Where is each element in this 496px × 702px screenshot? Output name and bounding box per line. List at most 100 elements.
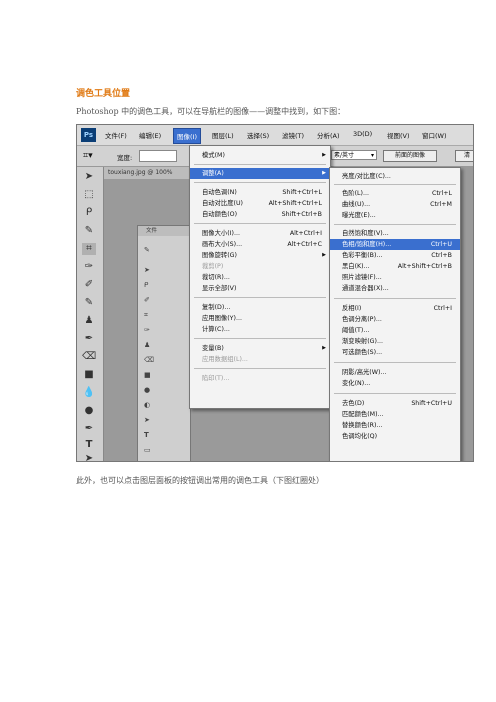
- menu-item-equalize[interactable]: 色调均化(Q): [330, 431, 460, 442]
- menu-view[interactable]: 视图(V): [387, 130, 410, 140]
- menu-item-vibrance[interactable]: 自然饱和度(V)...: [330, 228, 460, 239]
- width-input[interactable]: [139, 150, 177, 162]
- menu-item-exposure[interactable]: 曝光度(E)...: [330, 210, 460, 221]
- dodge-tool-icon[interactable]: ●: [82, 405, 96, 417]
- pen-tool-icon[interactable]: ✐: [144, 296, 154, 305]
- menu-item-shortcut: Shift+Ctrl+B: [281, 211, 322, 218]
- menu-item-label: 去色(D): [342, 400, 365, 407]
- menu-item-brightness-contrast[interactable]: 亮度/对比度(C)...: [330, 171, 460, 182]
- menu-item-black-white[interactable]: 黑白(K)... Alt+Shift+Ctrl+B: [330, 261, 460, 272]
- gradient-tool-icon[interactable]: ■: [144, 371, 154, 380]
- menu-select[interactable]: 选择(S): [247, 130, 269, 140]
- menu-item-posterize[interactable]: 色调分离(P)...: [330, 314, 460, 325]
- gradient-tool-icon[interactable]: ■: [82, 369, 96, 381]
- menu-image[interactable]: 图像(I): [173, 128, 201, 144]
- menu-item-label: 模式(M): [202, 152, 225, 159]
- menu-item-replace-color[interactable]: 替换颜色(R)...: [330, 420, 460, 431]
- crop-tool-icon[interactable]: ⌗: [82, 243, 96, 255]
- menu-3d[interactable]: 3D(D): [353, 130, 372, 138]
- eraser-icon[interactable]: ⌫: [82, 351, 96, 363]
- menu-item-color-balance[interactable]: 色彩平衡(B)... Ctrl+B: [330, 250, 460, 261]
- menu-item-channel-mixer[interactable]: 通道混合器(X)...: [330, 283, 460, 294]
- move-tool-icon[interactable]: ➤: [144, 266, 154, 275]
- pen-tool-icon[interactable]: ✒: [82, 423, 96, 435]
- blur-tool-icon[interactable]: 💧: [82, 387, 96, 399]
- menu-file[interactable]: 文件(F): [105, 130, 127, 140]
- unit-select-value: 素/英寸: [334, 152, 355, 159]
- menu-window[interactable]: 窗口(W): [422, 130, 447, 140]
- menu-item-gradient-map[interactable]: 渐变映射(G)...: [330, 336, 460, 347]
- brush-tool-icon[interactable]: ✎: [144, 246, 154, 255]
- crop-tool-icon[interactable]: ⌗▾: [83, 151, 93, 161]
- menu-item-levels[interactable]: 色阶(L)... Ctrl+L: [330, 188, 460, 199]
- eyedropper-icon[interactable]: ✑: [144, 326, 154, 335]
- menu-item-adjustments[interactable]: 调整(A) ▶: [190, 168, 330, 179]
- menu-item-shortcut: Alt+Shift+Ctrl+B: [397, 263, 452, 270]
- menu-filter[interactable]: 滤镜(T): [282, 130, 304, 140]
- menu-item-crop[interactable]: 裁剪(P): [190, 261, 330, 272]
- menu-item-image-size[interactable]: 图像大小(I)... Alt+Ctrl+I: [190, 228, 330, 239]
- menu-item-mode[interactable]: 模式(M) ▶: [190, 150, 330, 161]
- menu-item-variables[interactable]: 变量(B) ▶: [190, 343, 330, 354]
- menu-item-shadows-highlights[interactable]: 阴影/高光(W)...: [330, 367, 460, 378]
- stamp-tool-icon[interactable]: ♟: [144, 341, 154, 350]
- width-label: 宽度:: [117, 154, 133, 162]
- menu-item-apply-image[interactable]: 应用图像(Y)...: [190, 313, 330, 324]
- path-select-icon[interactable]: ➤: [144, 416, 154, 425]
- menu-item-image-rotation[interactable]: 图像旋转(G) ▶: [190, 250, 330, 261]
- lasso-tool-icon[interactable]: ᑭ: [82, 207, 96, 219]
- healing-brush-icon[interactable]: ✐: [82, 279, 96, 291]
- image-menu-dropdown: 模式(M) ▶ 调整(A) ▶ 自动色调(N) Shift+Ctrl+L 自动对比度(…: [189, 145, 331, 409]
- menu-item-apply-data-set[interactable]: 应用数据组(L)...: [190, 354, 330, 365]
- photoshop-screenshot: Ps 文件(F) 编辑(E) 图像(I) 图层(L) 选择(S) 滤镜(T) 分…: [76, 124, 474, 462]
- marquee-tool-icon[interactable]: ⬚: [82, 189, 96, 201]
- menu-item-label: 色阶(L)...: [342, 190, 370, 197]
- dodge-tool-icon[interactable]: ◐: [144, 401, 154, 410]
- lasso-tool-icon[interactable]: ᑭ: [144, 281, 154, 290]
- front-image-button[interactable]: 前面的图像: [383, 150, 437, 162]
- menu-item-label: 曲线(U)...: [342, 201, 371, 208]
- menu-item-curves[interactable]: 曲线(U)... Ctrl+M: [330, 199, 460, 210]
- menu-item-calculations[interactable]: 计算(C)...: [190, 324, 330, 335]
- menu-item-label: 复制(D)...: [202, 304, 231, 311]
- menu-item-label: 曝光度(E)...: [342, 212, 376, 219]
- menu-item-desaturate[interactable]: 去色(D) Shift+Ctrl+U: [330, 398, 460, 409]
- resolution-unit-select[interactable]: 素/英寸 ▾: [331, 150, 377, 160]
- menu-item-match-color[interactable]: 匹配颜色(M)...: [330, 409, 460, 420]
- menu-item-auto-contrast[interactable]: 自动对比度(U) Alt+Shift+Ctrl+L: [190, 198, 330, 209]
- menu-item-trap[interactable]: 陷印(T)...: [190, 373, 330, 384]
- menu-layer[interactable]: 图层(L): [212, 130, 234, 140]
- clear-button[interactable]: 清: [455, 150, 473, 162]
- menu-item-variations[interactable]: 变化(N)...: [330, 378, 460, 389]
- menu-item-duplicate[interactable]: 复制(D)...: [190, 302, 330, 313]
- submenu-arrow-icon: ▶: [322, 152, 326, 158]
- menu-item-canvas-size[interactable]: 画布大小(S)... Alt+Ctrl+C: [190, 239, 330, 250]
- menu-item-invert[interactable]: 反相(I) Ctrl+I: [330, 303, 460, 314]
- move-tool-icon[interactable]: ➤: [82, 171, 96, 183]
- menu-item-threshold[interactable]: 阈值(T)...: [330, 325, 460, 336]
- menu-edit[interactable]: 编辑(E): [139, 130, 161, 140]
- menu-item-trim[interactable]: 裁切(R)...: [190, 272, 330, 283]
- blur-tool-icon[interactable]: ●: [144, 386, 154, 395]
- eyedropper-icon[interactable]: ✑: [82, 261, 96, 273]
- menu-item-photo-filter[interactable]: 照片滤镜(F)...: [330, 272, 460, 283]
- menu-item-auto-tone[interactable]: 自动色调(N) Shift+Ctrl+L: [190, 187, 330, 198]
- menu-analysis[interactable]: 分析(A): [317, 130, 340, 140]
- menu-item-shortcut: Alt+Shift+Ctrl+L: [268, 200, 322, 207]
- menu-item-auto-color[interactable]: 自动颜色(O) Shift+Ctrl+B: [190, 209, 330, 220]
- menu-item-selective-color[interactable]: 可选颜色(S)...: [330, 347, 460, 358]
- brush-tool-icon[interactable]: ✎: [82, 297, 96, 309]
- menu-item-reveal-all[interactable]: 显示全部(V): [190, 283, 330, 294]
- menu-item-hue-saturation[interactable]: 色相/饱和度(H)... Ctrl+U: [330, 239, 460, 250]
- stamp-tool-icon[interactable]: ♟: [82, 315, 96, 327]
- history-brush-icon[interactable]: ✒: [82, 333, 96, 345]
- shape-tool-icon[interactable]: ▭: [144, 446, 154, 455]
- menu-item-label: 色调均化(Q): [342, 433, 378, 440]
- path-select-icon[interactable]: ➤: [82, 453, 96, 461]
- type-tool-icon[interactable]: T: [144, 431, 154, 440]
- quick-select-icon[interactable]: ✎: [82, 225, 96, 237]
- crop-tool-icon[interactable]: ⌗: [144, 311, 154, 320]
- type-tool-icon[interactable]: T: [82, 439, 96, 451]
- eraser-icon[interactable]: ⌫: [144, 356, 154, 365]
- menu-item-label: 图像大小(I)...: [202, 230, 240, 237]
